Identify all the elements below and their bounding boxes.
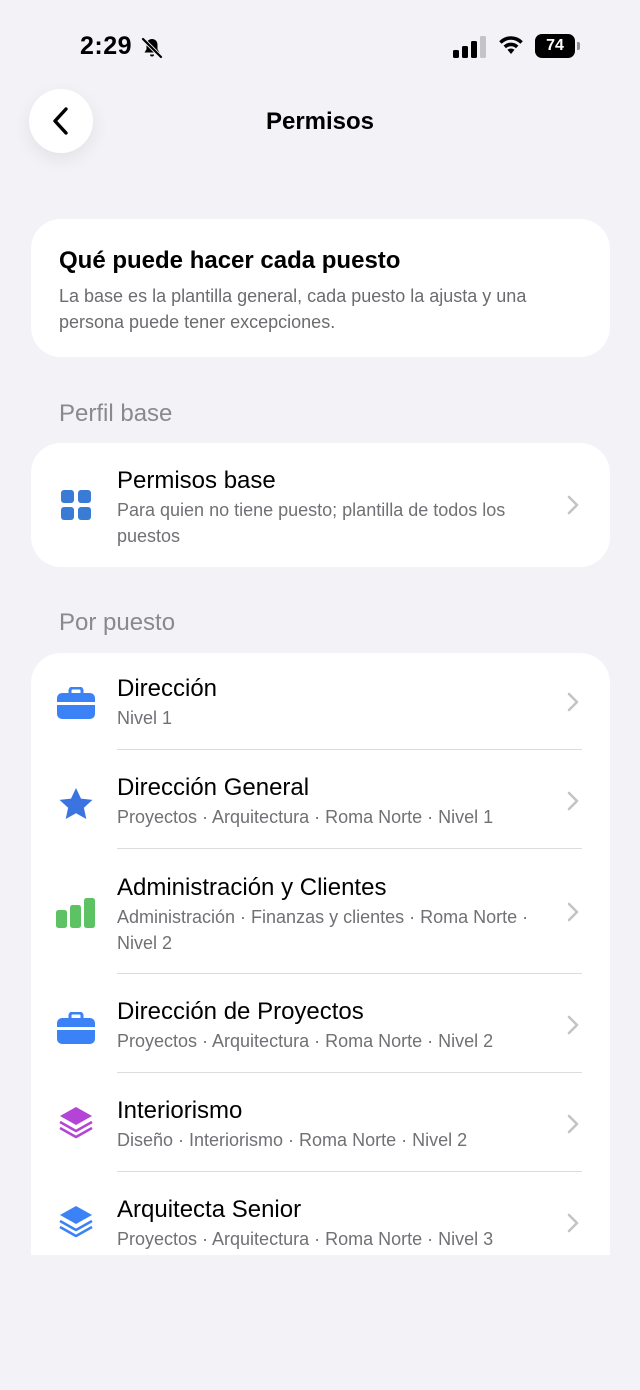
battery-level: 74 bbox=[535, 34, 575, 58]
chevron-right-icon bbox=[567, 495, 579, 515]
wifi-icon bbox=[499, 36, 523, 54]
role-row-direccion[interactable]: Dirección Nivel 1 bbox=[31, 653, 610, 750]
bell-slash-icon bbox=[141, 37, 163, 59]
chevron-right-icon bbox=[567, 1213, 579, 1233]
page-title: Permisos bbox=[265, 108, 375, 135]
role-subtitle: Proyectos · Arquitectura · Roma Norte · … bbox=[117, 1229, 494, 1249]
role-row-arquitecta-senior[interactable]: Arquitecta Senior Proyectos · Arquitectu… bbox=[31, 1172, 610, 1255]
section-label-roles: Por puesto bbox=[59, 609, 176, 636]
star-icon bbox=[56, 784, 96, 824]
intro-text: La base es la plantilla general, cada pu… bbox=[59, 286, 527, 332]
role-title: Arquitecta Senior bbox=[117, 1196, 302, 1223]
battery-cap bbox=[577, 42, 580, 50]
battery-indicator: 74 bbox=[535, 34, 581, 58]
role-row-direccion-general[interactable]: Dirección General Proyectos · Arquitectu… bbox=[31, 750, 610, 849]
layers-icon bbox=[56, 1204, 96, 1244]
chevron-right-icon bbox=[567, 902, 579, 922]
chevron-right-icon bbox=[567, 791, 579, 811]
roles-card: Dirección Nivel 1 Dirección General Proy… bbox=[31, 653, 610, 1255]
role-subtitle: Administración · Finanzas y clientes · R… bbox=[117, 907, 529, 953]
role-title: Administración y Clientes bbox=[117, 874, 387, 901]
role-title: Interiorismo bbox=[117, 1097, 243, 1124]
role-row-interiorismo[interactable]: Interiorismo Diseño · Interiorismo · Rom… bbox=[31, 1073, 610, 1172]
base-profile-card: Permisos base Para quien no tiene puesto… bbox=[31, 443, 610, 567]
briefcase-icon bbox=[56, 683, 96, 723]
role-title: Dirección bbox=[117, 675, 218, 702]
role-title: Dirección General bbox=[117, 774, 310, 801]
grid-icon bbox=[56, 485, 96, 525]
briefcase-icon bbox=[56, 1008, 96, 1048]
base-permissions-row[interactable]: Permisos base Para quien no tiene puesto… bbox=[31, 443, 610, 567]
chevron-right-icon bbox=[567, 1015, 579, 1035]
role-row-administracion-clientes[interactable]: Administración y Clientes Administración… bbox=[31, 849, 610, 974]
status-time: 2:29 bbox=[80, 32, 133, 60]
role-subtitle: Proyectos · Arquitectura · Roma Norte · … bbox=[117, 807, 494, 827]
bar-chart-icon bbox=[56, 893, 96, 933]
status-bar: 2:29 74 bbox=[0, 0, 640, 90]
chevron-right-icon bbox=[567, 1114, 579, 1134]
intro-card: Qué puede hacer cada puesto La base es l… bbox=[31, 219, 610, 357]
chevron-right-icon bbox=[567, 692, 579, 712]
role-subtitle: Diseño · Interiorismo · Roma Norte · Niv… bbox=[117, 1130, 468, 1150]
base-permissions-title: Permisos base bbox=[117, 467, 276, 494]
role-title: Dirección de Proyectos bbox=[117, 998, 364, 1025]
role-row-direccion-proyectos[interactable]: Dirección de Proyectos Proyectos · Arqui… bbox=[31, 974, 610, 1073]
role-subtitle: Proyectos · Arquitectura · Roma Norte · … bbox=[117, 1031, 494, 1051]
role-subtitle: Nivel 1 bbox=[117, 708, 173, 728]
cellular-signal-icon bbox=[453, 36, 486, 58]
layers-icon bbox=[56, 1105, 96, 1145]
base-permissions-subtitle: Para quien no tiene puesto; plantilla de… bbox=[117, 500, 506, 546]
section-label-base: Perfil base bbox=[59, 400, 173, 427]
intro-title: Qué puede hacer cada puesto bbox=[59, 247, 401, 274]
